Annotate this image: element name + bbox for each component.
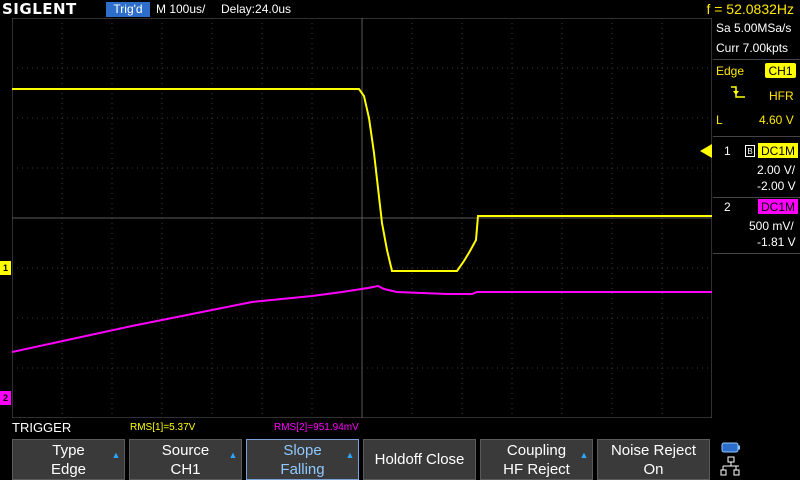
frequency-readout: f = 52.0832Hz xyxy=(706,1,794,17)
ch1-offset-marker[interactable]: 1 xyxy=(0,261,11,275)
softkey-label: Source xyxy=(161,442,210,459)
sample-rate-readout: Sa 5.00MSa/s xyxy=(716,21,792,35)
ch1-coupling-badge[interactable]: DC1M xyxy=(758,143,798,158)
battery-icon xyxy=(721,442,740,453)
ch1-rms-measurement: RMS[1]=5.37V xyxy=(130,422,196,433)
falling-edge-icon xyxy=(731,86,745,98)
menu-title: TRIGGER xyxy=(12,420,72,435)
divider xyxy=(713,197,800,198)
divider xyxy=(713,59,800,60)
softkey-label: Type xyxy=(52,442,85,459)
system-status-icons xyxy=(720,442,740,476)
softkey-label: Slope xyxy=(283,442,322,459)
trigger-level-label: L xyxy=(716,113,723,127)
trigger-type-label: Edge xyxy=(716,64,745,78)
timebase-readout: M 100us/ xyxy=(156,2,206,16)
run-state-badge: Trig'd xyxy=(106,2,150,17)
trigger-coupling-readout: HFR xyxy=(769,89,794,103)
softkey-value: CH1 xyxy=(170,461,201,478)
ch2-offset-marker[interactable]: 2 xyxy=(0,391,11,405)
menu-arrow-icon: ▲ xyxy=(579,450,589,460)
softkey-holdoff[interactable]: Holdoff Close xyxy=(363,439,476,480)
softkey-trigger-coupling[interactable]: Coupling HF Reject ▲ xyxy=(480,439,593,480)
ch2-offset: -1.81 V xyxy=(757,235,796,249)
graticule xyxy=(12,18,712,418)
softkey-value: Edge xyxy=(50,461,87,478)
ch2-number: 2 xyxy=(724,200,731,214)
delay-readout: Delay:24.0us xyxy=(221,2,292,16)
softkey-trigger-slope[interactable]: Slope Falling ▲ xyxy=(246,439,359,480)
bandwidth-limit-icon: B xyxy=(745,145,755,157)
ch2-coupling-badge[interactable]: DC1M xyxy=(758,199,798,214)
menu-arrow-icon: ▲ xyxy=(228,450,238,460)
waveform-display[interactable] xyxy=(12,18,712,418)
divider xyxy=(713,136,800,137)
ch1-scale: 2.00 V/ xyxy=(757,163,796,177)
softkey-label: Holdoff Close xyxy=(374,451,465,468)
svg-text:B: B xyxy=(747,147,752,156)
menu-arrow-icon: ▲ xyxy=(345,450,355,460)
softkey-value: On xyxy=(643,461,664,478)
softkey-label: Noise Reject xyxy=(610,442,697,459)
menu-arrow-icon: ▲ xyxy=(111,450,121,460)
softkey-label: Coupling xyxy=(506,442,567,459)
brand-logo: SIGLENT xyxy=(2,0,77,18)
trigger-level-marker-icon[interactable] xyxy=(700,144,712,158)
ch2-rms-measurement: RMS[2]=951.94mV xyxy=(274,422,359,433)
memory-depth-readout: Curr 7.00kpts xyxy=(716,41,789,55)
ch1-number: 1 xyxy=(724,144,731,158)
top-status-bar: SIGLENT Trig'd M 100us/ Delay:24.0us f =… xyxy=(0,0,800,18)
softkey-trigger-type[interactable]: Type Edge ▲ xyxy=(12,439,125,480)
softkey-trigger-source[interactable]: Source CH1 ▲ xyxy=(129,439,242,480)
divider xyxy=(713,253,800,254)
network-icon xyxy=(720,456,740,476)
softkey-noise-reject[interactable]: Noise Reject On xyxy=(597,439,710,480)
trigger-source-badge: CH1 xyxy=(765,63,796,78)
trigger-level-readout: 4.60 V xyxy=(759,113,794,127)
ch2-scale: 500 mV/ xyxy=(749,219,794,233)
softkey-value: Falling xyxy=(280,461,325,478)
ch1-offset: -2.00 V xyxy=(757,179,796,193)
softkey-value: HF Reject xyxy=(503,461,570,478)
